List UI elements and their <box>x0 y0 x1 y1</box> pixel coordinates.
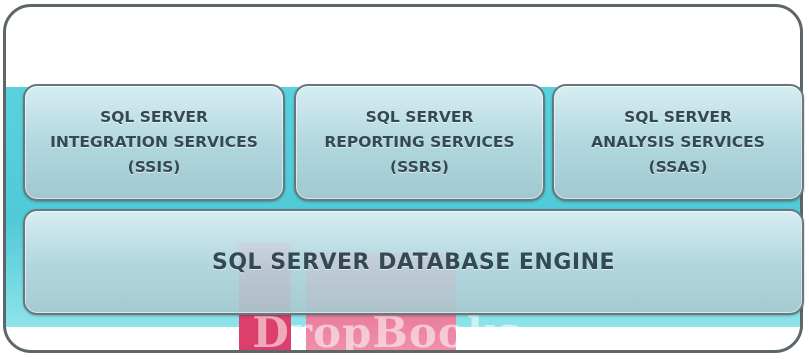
ssis-line1: SQL SERVER <box>100 108 208 126</box>
ssis-line2: INTEGRATION SERVICES <box>50 133 258 151</box>
ssas-line3: (SSAS) <box>648 158 708 176</box>
ssas-line1: SQL SERVER <box>624 108 732 126</box>
ssrs-line1: SQL SERVER <box>365 108 474 126</box>
ssis-label: SQL SERVER INTEGRATION SERVICES (SSIS) <box>50 105 258 180</box>
ssrs-box: SQL SERVER REPORTING SERVICES (SSRS) <box>294 84 545 201</box>
database-engine-box: SQL SERVER DATABASE ENGINE <box>23 209 804 315</box>
ssrs-line2: REPORTING SERVICES <box>324 133 515 151</box>
ssrs-label: SQL SERVER REPORTING SERVICES (SSRS) <box>324 105 514 180</box>
ssrs-line3: (SSRS) <box>390 158 449 176</box>
ssas-line2: ANALYSIS SERVICES <box>591 133 765 151</box>
database-engine-label: SQL SERVER DATABASE ENGINE <box>211 249 616 275</box>
ssas-label: SQL SERVER ANALYSIS SERVICES (SSAS) <box>591 105 765 180</box>
ssis-line3: (SSIS) <box>127 158 181 176</box>
ssis-box: SQL SERVER INTEGRATION SERVICES (SSIS) <box>23 84 285 201</box>
ssas-box: SQL SERVER ANALYSIS SERVICES (SSAS) <box>552 84 804 201</box>
